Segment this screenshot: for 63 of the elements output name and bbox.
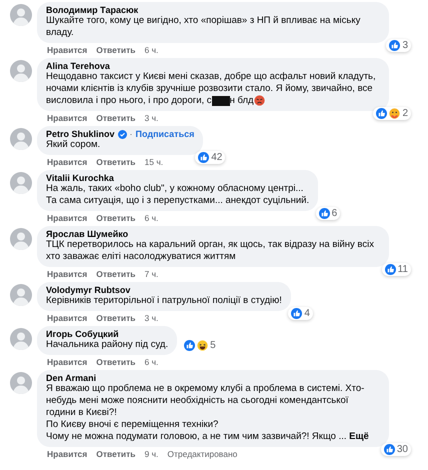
comment-text: ТЦК перетворилось на каральний орган, як щось, так відразу на війну всіх хто заважає еліті насолоджуватися життям	[46, 239, 375, 264]
reaction-badge[interactable]: 42	[195, 151, 226, 164]
follow-link[interactable]: Подписаться	[136, 129, 194, 140]
reaction-badge[interactable]: 11	[382, 263, 411, 276]
edited-label: Отредактировано	[167, 449, 238, 460]
comment-text: Та сама ситуація, що і з перепустками... анекдот суцільний.	[46, 195, 310, 208]
reply-link[interactable]: Ответить	[96, 113, 136, 124]
avatar[interactable]	[10, 4, 32, 26]
like-link[interactable]: Нравится	[47, 113, 88, 124]
like-link[interactable]: Нравится	[47, 157, 88, 168]
avatar[interactable]	[10, 372, 32, 394]
like-link[interactable]: Нравится	[47, 269, 88, 280]
comment-text: На жаль, таких «boho club", у кожному обласному центрі...	[46, 183, 304, 196]
avatar[interactable]	[10, 172, 32, 194]
reaction-badge[interactable]: 2	[373, 107, 411, 120]
reply-link[interactable]: Ответить	[96, 357, 136, 368]
like-link[interactable]: Нравится	[47, 313, 88, 324]
comment-time[interactable]: 9 ч.	[144, 449, 158, 460]
comment-text: Нещодавно таксист у Києві мені сказав, добре що асфальт новий кладуть, ночами клієнтів із клубів зручніше розвозити стало. Я йому, звичайно, все висловила і про нього, і про дороги, с н блд	[46, 71, 377, 108]
author-name[interactable]: Den Armani	[46, 373, 96, 384]
comment-text: Я вважаю що проблема не в окремому клубі а проблема в системі. Хто-небудь мені може пояснити необхідність на сьогодні комендантської години в Києві?!	[46, 383, 366, 420]
comment-text: Керівників територільної і патрульної поліції в студію!	[46, 295, 282, 308]
comment-time[interactable]: 3 ч.	[144, 313, 158, 324]
reply-link[interactable]: Ответить	[96, 45, 136, 55]
reply-link[interactable]: Ответить	[96, 157, 136, 168]
author-name[interactable]: Ярослав Шумейко	[46, 229, 128, 240]
avatar[interactable]	[10, 60, 32, 82]
comment-text: Начальника району під суд.	[46, 339, 168, 352]
comment-text: Який сором.	[46, 139, 102, 152]
reaction-badge[interactable]: 3	[386, 39, 411, 52]
author-name[interactable]: Alina Terehova	[46, 61, 110, 71]
redaction-bar	[212, 96, 230, 106]
author-name[interactable]: Vitalii Kurochka	[46, 173, 114, 184]
avatar[interactable]	[10, 284, 32, 306]
reaction-badge[interactable]: 30	[380, 443, 411, 456]
comment-time[interactable]: 6 ч.	[144, 357, 158, 368]
like-link[interactable]: Нравится	[47, 45, 88, 55]
comment-text: Шукайте того, кому це вигідно, хто «порішав» з НП й впливає на міську владу.	[46, 15, 362, 39]
comment-time[interactable]: 7 ч.	[144, 269, 158, 280]
author-name[interactable]: Игорь Собуцкий	[46, 329, 119, 340]
avatar[interactable]	[10, 228, 32, 250]
like-link[interactable]: Нравится	[47, 449, 88, 460]
reply-link[interactable]: Ответить	[96, 313, 136, 324]
reaction-badge[interactable]: 4	[288, 307, 313, 320]
see-more-link[interactable]: Ещё	[349, 431, 369, 442]
comment-time[interactable]: 6 ч.	[144, 213, 158, 224]
author-name[interactable]: Petro Shuklinov	[46, 129, 115, 140]
avatar[interactable]	[10, 328, 32, 350]
reply-link[interactable]: Ответить	[96, 213, 136, 224]
reply-link[interactable]: Ответить	[96, 449, 136, 460]
reaction-badge[interactable]: 6	[316, 207, 340, 220]
separator-dot: ·	[130, 129, 133, 140]
like-link[interactable]: Нравится	[47, 357, 88, 368]
like-link[interactable]: Нравится	[47, 213, 88, 224]
comment-time[interactable]: 3 ч.	[144, 113, 158, 124]
reply-link[interactable]: Ответить	[96, 269, 136, 280]
avatar[interactable]	[10, 128, 32, 150]
author-name[interactable]: Володимир Тарасюк	[46, 5, 138, 15]
author-name[interactable]: Volodymyr Rubtsov	[46, 285, 130, 296]
comment-text: Чому не можна подумати головою, а не тим чим зазвичай?! Якщо ... Ещё	[46, 431, 370, 444]
comment-text: По Києву вночі є переміщення техніки?	[46, 419, 220, 432]
comment-time[interactable]: 15 ч.	[144, 157, 164, 168]
comment-time[interactable]: 6 ч.	[144, 45, 158, 55]
